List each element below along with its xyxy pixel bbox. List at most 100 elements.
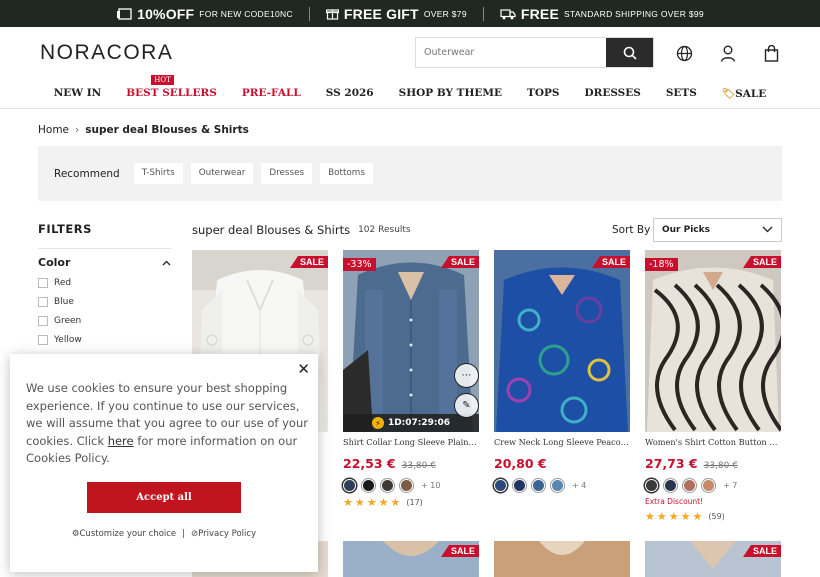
recommend-chip-dresses[interactable]: Dresses (261, 163, 313, 184)
product-image-preview[interactable]: SALE (645, 541, 781, 577)
checkbox[interactable] (38, 278, 48, 288)
product-name[interactable]: Women's Shirt Cotton Button Up Long Slee… (645, 437, 781, 447)
cart-button[interactable] (761, 43, 781, 63)
color-swatch[interactable] (400, 479, 413, 492)
nav-tops[interactable]: TOPS (527, 87, 559, 100)
review-count[interactable]: (59) (708, 512, 724, 521)
account-button[interactable] (718, 43, 738, 63)
promo-discount: 10%OFF (137, 5, 195, 22)
site-logo[interactable]: NORACORA (40, 41, 173, 65)
breadcrumb-home[interactable]: Home (38, 124, 69, 136)
nav-new-in[interactable]: NEW IN (54, 87, 102, 100)
nav-dresses[interactable]: DRESSES (584, 87, 640, 100)
sort-select[interactable]: Our Picks (653, 218, 782, 242)
product-image-preview[interactable] (494, 541, 630, 577)
filter-option-yellow[interactable]: Yellow (38, 335, 171, 345)
coupon-icon (116, 7, 132, 20)
privacy-policy-link[interactable]: ⊘Privacy Policy (191, 529, 256, 539)
filter-option-green[interactable]: Green (38, 316, 171, 326)
filter-color-header[interactable]: Color (38, 256, 171, 269)
edit-button[interactable]: ✎ (454, 393, 479, 418)
product-card[interactable]: SALE Crew Neck Long Sleeve Peacock Feath… (494, 250, 630, 492)
nav-sale-label: SALE (735, 88, 767, 100)
globe-icon (676, 45, 692, 61)
color-swatch[interactable] (664, 479, 677, 492)
color-swatch[interactable] (551, 479, 564, 492)
link-divider: | (182, 529, 186, 539)
shopping-bag-icon (764, 44, 778, 62)
customize-label: Customize your choice (79, 529, 177, 539)
recommend-bar: Recommend T-Shirts Outerwear Dresses Bot… (38, 146, 782, 201)
filter-option-label: Blue (54, 297, 74, 307)
color-swatch[interactable] (645, 479, 658, 492)
discount-badge: -33% (343, 258, 376, 271)
chevron-up-icon (162, 260, 171, 265)
results-count: 102 Results (358, 225, 411, 235)
image-tools: ⋯ ✎ (454, 363, 479, 418)
filter-option-blue[interactable]: Blue (38, 297, 171, 307)
language-globe-button[interactable] (674, 43, 694, 63)
color-swatch[interactable] (513, 479, 526, 492)
breadcrumb-current: super deal Blouses & Shirts (85, 124, 249, 136)
filters-panel: FILTERS Color Red Blue Green Yellow (38, 222, 171, 345)
more-colors[interactable]: + 10 (421, 481, 440, 490)
color-swatch[interactable] (381, 479, 394, 492)
product-name[interactable]: Shirt Collar Long Sleeve Plain Regular B… (343, 437, 479, 447)
product-price: 20,80 € (494, 456, 630, 471)
results-title: super deal Blouses & Shirts (192, 223, 351, 237)
more-colors[interactable]: + 7 (723, 481, 737, 490)
pencil-icon: ✎ (462, 400, 471, 411)
promo-free-gift[interactable]: FREE GIFT OVER $79 (310, 6, 483, 22)
color-swatch[interactable] (532, 479, 545, 492)
search-button[interactable] (606, 38, 653, 67)
product-name[interactable]: Crew Neck Long Sleeve Peacock Feather Pr… (494, 437, 630, 447)
color-swatch[interactable] (494, 479, 507, 492)
product-card[interactable]: -18% SALE Women's Shirt Cotton Button Up… (645, 250, 781, 523)
rating-stars: ★ ★ ★ ★ ★ (59) (645, 510, 781, 523)
nav-best-sellers[interactable]: HOT BEST SELLERS (126, 75, 217, 100)
hot-badge: HOT (151, 75, 174, 85)
more-colors[interactable]: + 4 (572, 481, 586, 490)
recommend-chip-bottoms[interactable]: Bottoms (320, 163, 373, 184)
checkbox[interactable] (38, 316, 48, 326)
checkbox[interactable] (38, 297, 48, 307)
color-swatch[interactable] (362, 479, 375, 492)
promo-new-customer[interactable]: 10%OFF FOR NEW CODE10NC (100, 6, 309, 22)
truck-icon (500, 8, 516, 20)
checkbox[interactable] (38, 335, 48, 345)
rating-stars: ★ ★ ★ ★ ★ (17) (343, 496, 479, 509)
product-image[interactable]: -18% SALE (645, 250, 781, 432)
close-icon[interactable]: ✕ (297, 360, 310, 378)
filter-option-red[interactable]: Red (38, 278, 171, 288)
recommend-chip-outerwear[interactable]: Outerwear (190, 163, 254, 184)
review-count[interactable]: (17) (406, 498, 422, 507)
product-image[interactable]: SALE (494, 250, 630, 432)
nav-sets[interactable]: SETS (666, 87, 697, 100)
product-price: 22,53 € 33,80 € (343, 456, 479, 471)
discount-badge: -18% (645, 258, 678, 271)
nav-sale[interactable]: 🏷SALE (722, 87, 766, 100)
recommend-chip-tshirts[interactable]: T-Shirts (133, 163, 183, 184)
color-swatch[interactable] (702, 479, 715, 492)
chevron-down-icon (762, 226, 773, 233)
sort-label: Sort By (612, 224, 651, 236)
star-icon: ★ (366, 496, 377, 509)
search-input[interactable] (416, 38, 606, 67)
product-image-preview[interactable]: SALE (343, 541, 479, 577)
color-swatch[interactable] (343, 479, 356, 492)
customize-choice-link[interactable]: ⚙Customize your choice (72, 529, 176, 539)
filter-option-label: Red (54, 278, 72, 288)
cookie-here-link[interactable]: here (108, 434, 134, 448)
nav-shop-by-theme[interactable]: SHOP BY THEME (399, 87, 502, 100)
promo-free-shipping[interactable]: FREE STANDARD SHIPPING OVER $99 (484, 6, 720, 22)
search-icon (623, 46, 637, 60)
accept-all-button[interactable]: Accept all (87, 482, 241, 513)
nav-ss-2026[interactable]: SS 2026 (326, 87, 374, 100)
more-options-button[interactable]: ⋯ (454, 363, 479, 388)
results-bar: super deal Blouses & Shirts 102 Results … (192, 218, 782, 242)
search-bar (415, 37, 654, 68)
star-icon: ★ (343, 496, 353, 509)
nav-pre-fall[interactable]: PRE-FALL (242, 87, 301, 100)
color-swatch[interactable] (683, 479, 696, 492)
promo-code-text: FOR NEW CODE10NC (199, 8, 293, 19)
